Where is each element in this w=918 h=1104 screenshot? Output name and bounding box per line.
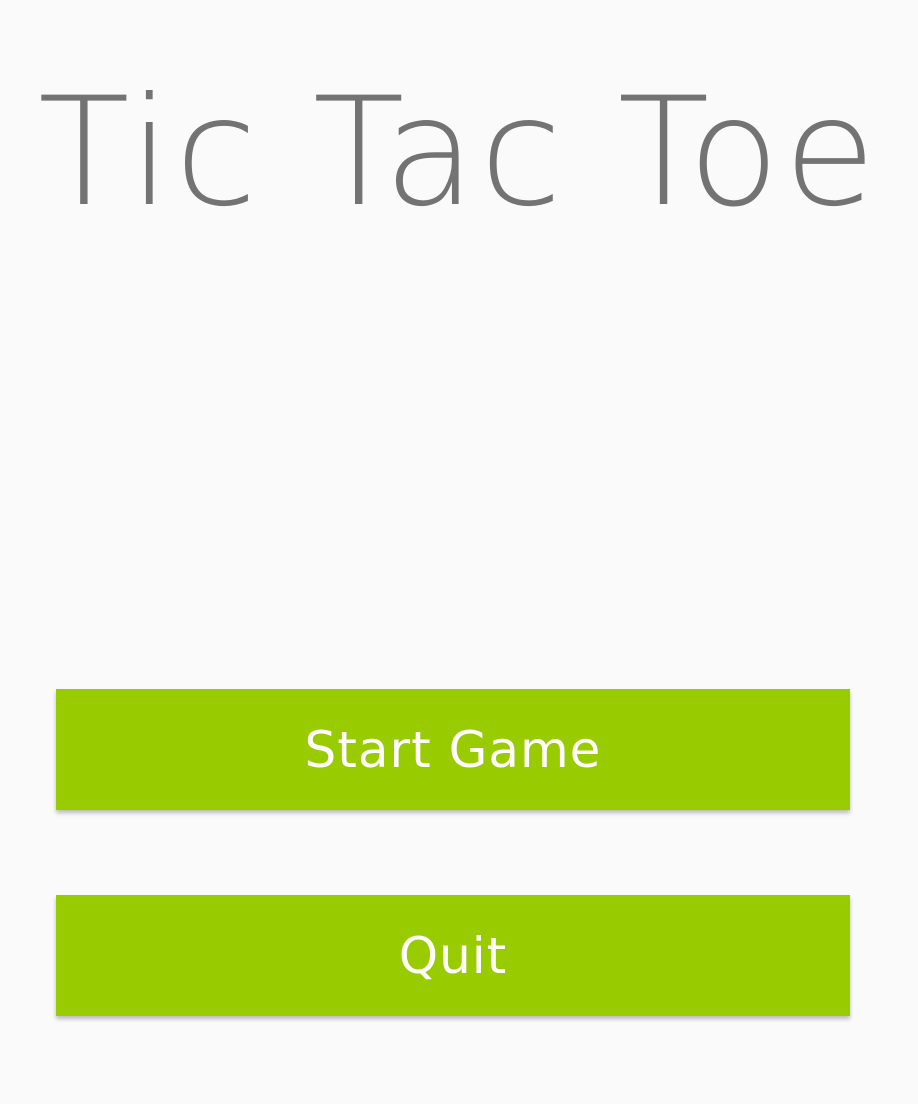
quit-button[interactable]: Quit bbox=[56, 895, 850, 1016]
game-title: Tic Tac Toe bbox=[38, 66, 880, 240]
start-game-button[interactable]: Start Game bbox=[56, 689, 850, 810]
